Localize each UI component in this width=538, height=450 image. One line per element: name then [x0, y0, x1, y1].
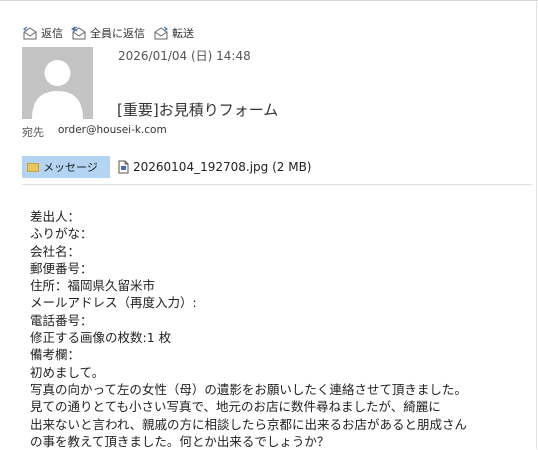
tab-message[interactable]: メッセージ: [22, 156, 110, 178]
body-line: 住所：福岡県久留米市: [30, 278, 156, 294]
message-date: 2026/01/04 (日) 14:48: [118, 49, 251, 63]
body-line: 修正する画像の枚数:1 枚: [30, 330, 172, 346]
attachment-item[interactable]: 20260104_192708.jpg (2 MB): [118, 160, 311, 174]
reply-all-envelope-icon: [71, 26, 86, 40]
top-border: [0, 0, 538, 1]
body-line: メールアドレス（再度入力）:: [30, 295, 197, 311]
file-icon: [118, 160, 129, 174]
attachment-label: 20260104_192708.jpg (2 MB): [133, 160, 312, 174]
body-line: 見ての通りとても小さい写真で、地元のお店に数件尋ねましたが、綺麗に: [30, 399, 441, 415]
body-line: 会社名：: [30, 243, 81, 259]
reply-button[interactable]: 返信: [22, 25, 63, 41]
body-line: 写真の向かって左の女性（母）の遺影をお願いしたく連絡させて頂きました。: [30, 381, 467, 397]
message-subject: [重要]お見積りフォーム: [117, 101, 279, 119]
body-line: 初めまして。: [30, 364, 105, 380]
to-address[interactable]: order@housei-k.com: [58, 124, 167, 136]
to-label: 宛先: [22, 126, 44, 139]
body-line: の事を教えて頂きました。何とか出来るでしょうか？: [30, 433, 330, 449]
user-silhouette-icon: [32, 60, 83, 119]
attachment-bar: メッセージ 20260104_192708.jpg (2 MB): [22, 156, 311, 178]
forward-label: 転送: [172, 27, 194, 40]
body-line: 出来ないと言われ、親戚の方に相談したら京都に出来るお店があると朋成さん: [30, 416, 468, 432]
header-divider: [22, 184, 532, 185]
body-line: 郵便番号：: [30, 260, 93, 276]
reply-all-label: 全員に返信: [90, 27, 145, 40]
sender-avatar: [22, 47, 93, 119]
body-line: 差出人：: [30, 209, 81, 224]
envelope-icon: [27, 162, 39, 172]
body-line: 備考欄：: [30, 347, 81, 363]
reply-label: 返信: [41, 27, 63, 40]
reply-envelope-icon: [22, 26, 37, 40]
reply-all-button[interactable]: 全員に返信: [71, 25, 145, 41]
body-line: 電話番号：: [30, 312, 93, 328]
message-toolbar: 返信 全員に返信 転送: [22, 24, 202, 42]
forward-button[interactable]: 転送: [153, 25, 194, 41]
message-body: 差出人： ふりがな： 会社名： 郵便番号： 住所：福岡県久留米市 メールアドレス…: [30, 208, 530, 450]
tab-message-label: メッセージ: [43, 161, 98, 174]
body-line: ふりがな：: [30, 226, 93, 242]
right-border: [536, 0, 537, 449]
forward-envelope-icon: [154, 26, 169, 40]
